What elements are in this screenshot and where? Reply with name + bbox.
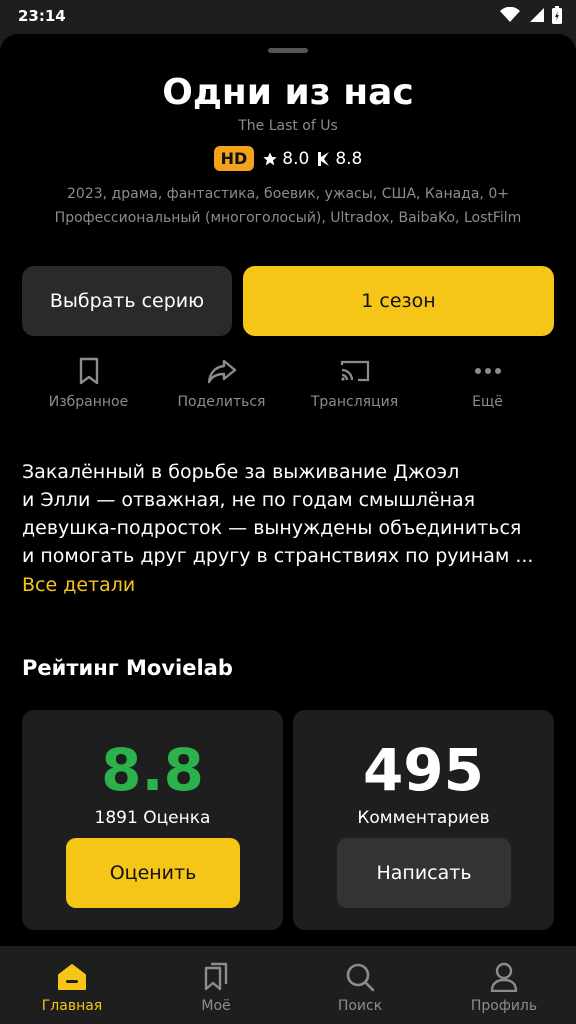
- nav-profile[interactable]: Профиль: [432, 946, 576, 1024]
- score-count: 1891 Оценка: [94, 808, 211, 828]
- signal-icon: [530, 8, 544, 22]
- nav-mine[interactable]: Моё: [144, 946, 288, 1024]
- season-button[interactable]: 1 сезон: [243, 266, 554, 336]
- sheet-drag-handle[interactable]: [268, 48, 308, 53]
- nav-search-label: Поиск: [337, 998, 383, 1014]
- more-icon: [474, 368, 501, 374]
- more-action[interactable]: Ещё: [421, 356, 554, 426]
- star-icon: [263, 151, 277, 165]
- movie-title: Одни из нас: [162, 72, 414, 113]
- imdb-rating-value: 8.8: [335, 148, 363, 169]
- search-icon: [346, 963, 375, 992]
- wifi-icon: [500, 7, 520, 22]
- all-details-link[interactable]: Все детали: [22, 574, 135, 596]
- write-comment-button[interactable]: Написать: [337, 838, 511, 908]
- home-icon: [58, 964, 86, 990]
- movie-original-title: The Last of Us: [238, 118, 338, 134]
- movie-meta-voiceover: Профессиональный (многоголосый), Ultrado…: [54, 210, 522, 226]
- score-card: 8.8 1891 Оценка Оценить: [22, 710, 283, 930]
- cast-icon: [340, 360, 369, 382]
- kp-rating: 8.0: [262, 149, 309, 169]
- nav-profile-label: Профиль: [470, 998, 538, 1014]
- bottom-navigation: Главная Моё Поиск Профиль: [0, 946, 576, 1024]
- status-time: 23:14: [18, 7, 66, 25]
- rate-button[interactable]: Оценить: [66, 838, 240, 908]
- choose-episode-button[interactable]: Выбрать серию: [22, 266, 232, 336]
- quality-badge: HD: [213, 146, 255, 171]
- more-label: Ещё: [472, 394, 503, 410]
- details-sheet: Одни из нас The Last of Us HD 8.0 8.8 20…: [0, 34, 576, 946]
- ratings-row: HD 8.0 8.8: [0, 146, 576, 171]
- favorite-action[interactable]: Избранное: [22, 356, 155, 426]
- description-line: и Элли — отважная, не по годам смышлёная: [22, 489, 476, 511]
- description-line: и помогать друг другу в странствиях по р…: [22, 545, 534, 567]
- nav-search[interactable]: Поиск: [288, 946, 432, 1024]
- bookmark-icon: [79, 357, 98, 385]
- comments-count: 495: [362, 736, 485, 804]
- nav-home[interactable]: Главная: [0, 946, 144, 1024]
- imdb-rating: 8.8: [317, 149, 362, 169]
- cast-label: Трансляция: [310, 394, 399, 410]
- comments-card: 495 Комментариев Написать: [293, 710, 554, 930]
- movie-meta-genres: 2023, драма, фантастика, боевик, ужасы, …: [67, 186, 509, 202]
- share-label: Поделиться: [177, 394, 266, 410]
- description-line: девушка-подросток — вынуждены объединить…: [22, 517, 522, 539]
- kp-rating-value: 8.0: [282, 148, 310, 169]
- rating-source-icon: [318, 151, 330, 166]
- status-icons: [500, 6, 562, 24]
- share-icon: [207, 359, 236, 384]
- rating-section-title: Рейтинг Movielab: [22, 656, 233, 680]
- description: Закалённый в борьбе за выживание Джоэл и…: [22, 458, 562, 570]
- description-line: Закалённый в борьбе за выживание Джоэл: [22, 461, 460, 483]
- action-row: Избранное Поделиться Трансляция Ещё: [22, 356, 554, 426]
- nav-home-label: Главная: [41, 998, 103, 1014]
- favorite-label: Избранное: [48, 394, 129, 410]
- battery-icon: [552, 6, 562, 24]
- cast-action[interactable]: Трансляция: [288, 356, 421, 426]
- bookmarks-icon: [204, 962, 228, 991]
- score-value: 8.8: [101, 736, 204, 804]
- status-bar: 23:14: [0, 0, 576, 34]
- comments-label: Комментариев: [357, 808, 490, 828]
- nav-mine-label: Моё: [201, 998, 231, 1014]
- profile-icon: [490, 962, 518, 992]
- share-action[interactable]: Поделиться: [155, 356, 288, 426]
